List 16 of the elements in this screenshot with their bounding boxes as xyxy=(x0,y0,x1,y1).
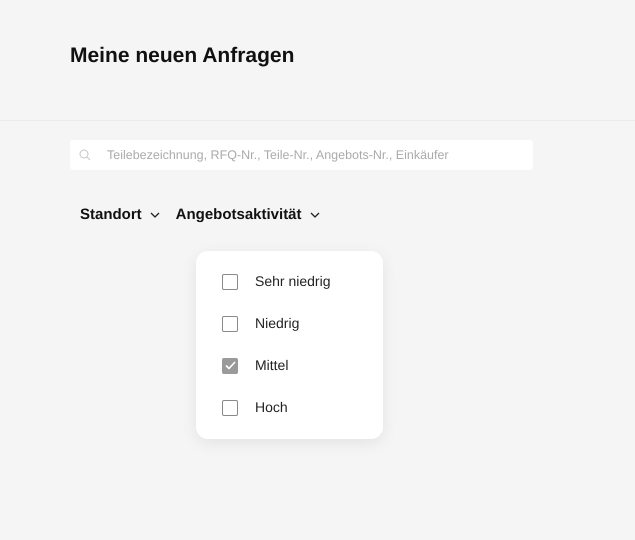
page-title: Meine neuen Anfragen xyxy=(70,43,294,70)
chevron-icon xyxy=(310,212,320,218)
option-item[interactable]: Hoch xyxy=(222,396,357,418)
filter-dropdown[interactable]: Standort xyxy=(80,200,160,230)
search-icon xyxy=(79,149,91,161)
option-item[interactable]: Niedrig xyxy=(222,312,357,334)
option-item[interactable]: Mittel xyxy=(222,354,357,376)
checkbox[interactable] xyxy=(222,274,238,290)
checkbox[interactable] xyxy=(222,316,238,332)
option-item[interactable]: Sehr niedrig xyxy=(222,270,357,292)
filter-dropdown[interactable]: Angebotsaktivität xyxy=(176,200,320,230)
chevron-icon xyxy=(150,212,160,218)
checkbox[interactable] xyxy=(222,358,238,374)
checkbox[interactable] xyxy=(222,400,238,416)
check-icon xyxy=(224,361,236,370)
search-field[interactable]: Teilebezeichnung, RFQ-Nr., Teile-Nr., Angebots-Nr., Einkäufer xyxy=(70,140,533,170)
